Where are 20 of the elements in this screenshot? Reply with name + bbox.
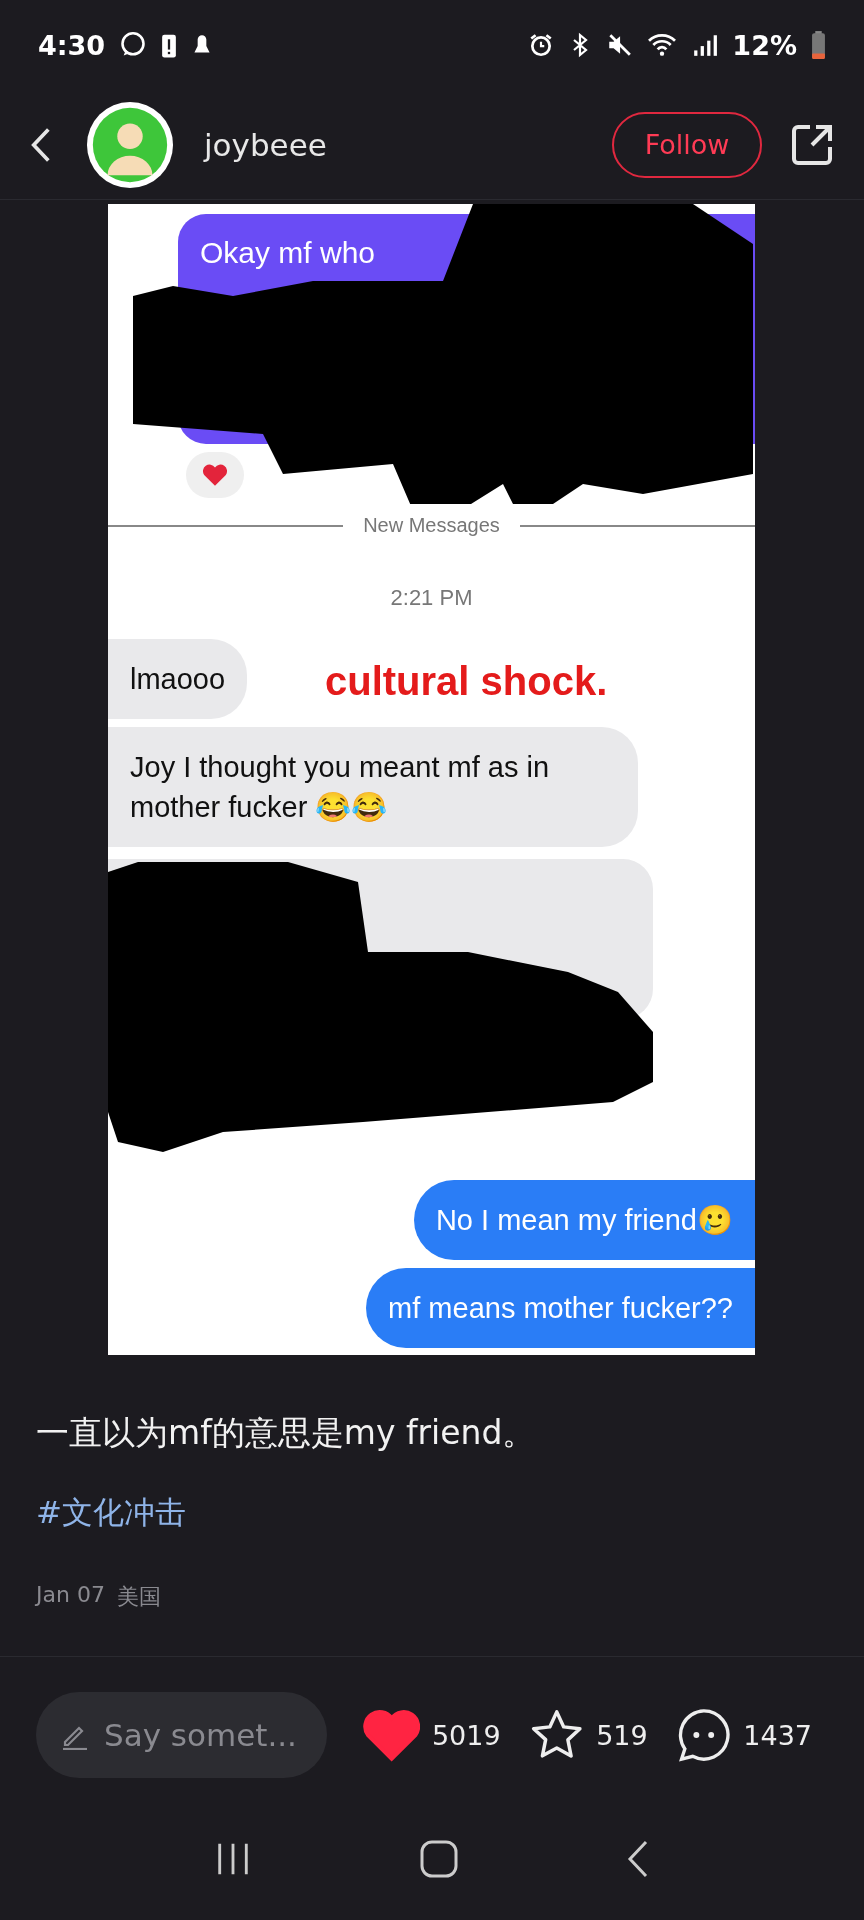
timestamp: 2:21 PM <box>389 585 474 611</box>
username[interactable]: joybeee <box>204 126 612 163</box>
message-text: lmaooo <box>130 662 226 697</box>
message-text: mf means mother fucker?? <box>388 1291 733 1326</box>
post-location: 美国 <box>116 1583 161 1611</box>
message-text: Joy I thought you meant mf as in mother fucker 😂😂 <box>130 750 551 825</box>
hashtag-link[interactable]: #文化冲击 <box>36 1492 186 1534</box>
star-count: 519 <box>596 1719 648 1751</box>
battery-percentage: 12% <box>732 29 797 61</box>
message-text: Okay mf who <box>200 236 376 269</box>
follow-button[interactable]: Follow <box>612 111 762 178</box>
divider-label: New Messages <box>363 514 500 537</box>
comment-count: 1437 <box>743 1719 812 1751</box>
comment-field[interactable]: Say somet... <box>36 1692 327 1778</box>
message-text: No I mean my friend🥲 <box>435 1203 733 1238</box>
post-date: Jan 07 <box>36 1582 105 1609</box>
post-caption: 一直以为mf的意思是my friend。 <box>36 1412 537 1454</box>
clock-time: 4:30 <box>38 29 106 61</box>
like-count: 5019 <box>431 1719 501 1751</box>
overlay-caption: cultural shock. <box>325 659 608 704</box>
